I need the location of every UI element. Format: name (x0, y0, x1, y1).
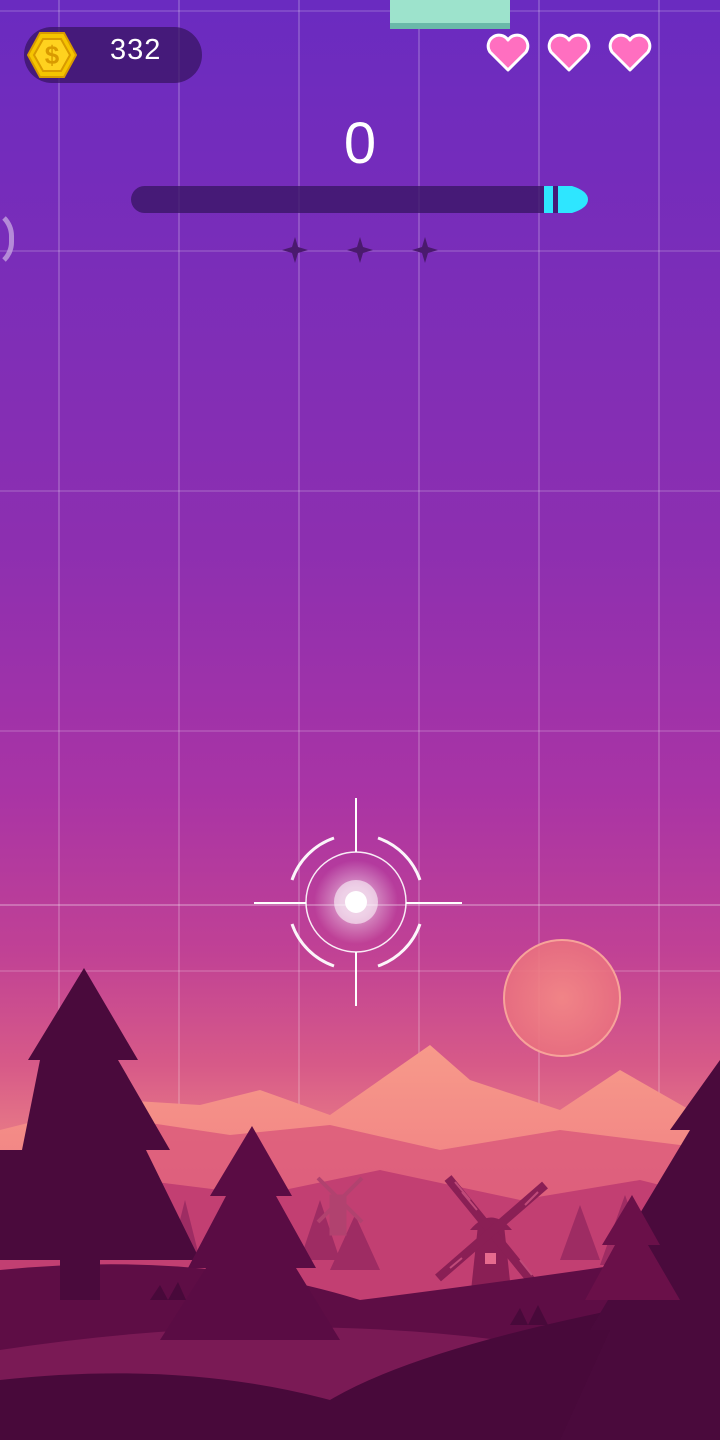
moon (503, 939, 621, 1057)
heart-icon (547, 33, 591, 72)
svg-text:$: $ (45, 40, 60, 70)
heart-icon (608, 33, 652, 72)
star-icon (412, 237, 438, 263)
bullet-icon (544, 186, 588, 213)
score-display: 0 (343, 111, 377, 176)
landscape-scene (0, 798, 720, 1440)
falling-tile[interactable] (390, 0, 510, 29)
star-icon (347, 237, 373, 263)
heart-icon (486, 33, 530, 72)
star-icon (282, 237, 308, 263)
coin-count: 332 (110, 34, 162, 66)
song-progress-bar (131, 186, 571, 213)
dollar-coin-icon: $ (27, 32, 77, 78)
